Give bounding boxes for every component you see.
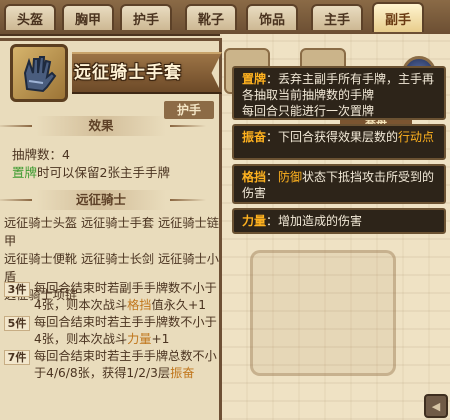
set-count-badge: 5件 [4,316,30,331]
tab-chest[interactable]: 胸甲 [62,4,114,30]
tooltip-discard: 置牌：丢弃主副手所有手牌，主手再各抽取当前抽牌数的手牌 每回合只能进行一次置牌 [232,66,446,120]
effect-header: 效果 [0,116,166,136]
tooltip-block: 格挡：防御状态下抵挡攻击所受到的伤害 [232,164,446,204]
tab-accessory[interactable]: 饰品 [246,4,298,30]
discard-keyword[interactable]: 置牌 [12,165,37,180]
gauntlet-icon [10,44,68,102]
set-bonus-text: 每回合结束时若副手手牌数不小于4张，则本次战斗格挡值永久+1 [34,281,217,312]
set-count-badge: 3件 [4,282,30,297]
tab-boots[interactable]: 靴子 [185,4,237,30]
set-bonus-text: 每回合结束时若主手手牌总数不小于4/6/8张，获得1/2/3层振奋 [34,349,217,380]
set-header: 远征骑士 [0,190,166,210]
item-type-badge: 护手 [164,101,214,119]
chest-illustration [250,250,396,376]
tab-helmet[interactable]: 头盔 [4,4,56,30]
discard-effect-text: 时可以保留2张主手手牌 [37,165,170,180]
tab-gloves[interactable]: 护手 [120,4,172,30]
set-count-badge: 7件 [4,350,30,365]
set-bonus-text: 每回合结束时若主手手牌数不小于4张，则本次战斗力量+1 [34,315,217,346]
keyword-inspire[interactable]: 振奋 [170,366,194,380]
item-name: 远征骑士手套 [74,63,182,83]
arrow-icon[interactable]: ◀ [424,394,448,418]
tooltip-strength: 力量：增加造成的伤害 [232,208,446,234]
keyword-block[interactable]: 格挡 [127,298,151,312]
keyword-strength[interactable]: 力量 [127,332,151,346]
set-pieces-line: 远征骑士头盔 远征骑士手套 远征骑士链甲 [4,216,219,248]
tab-main-hand[interactable]: 主手 [311,4,363,30]
tab-off-hand[interactable]: 副手 [372,2,424,32]
tooltip-inspire: 振奋：下回合获得效果层数的行动点 [232,124,446,160]
draw-count: 抽牌数：4 [12,147,70,162]
equipment-tab-bar: 头盔 胸甲 护手 靴子 饰品 主手 副手 [0,0,450,36]
discard-effect: 置牌时可以保留2张主手手牌 [12,162,170,181]
